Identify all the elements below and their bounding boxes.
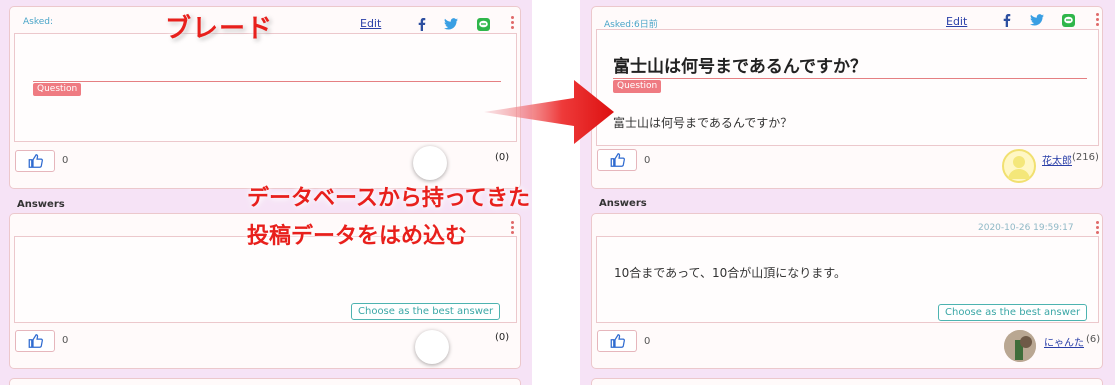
kebab-menu-icon[interactable] <box>511 221 515 235</box>
avatar <box>413 146 447 180</box>
facebook-icon[interactable] <box>1000 13 1014 27</box>
arrow-icon <box>484 80 614 144</box>
answer-like-count: 0 <box>62 335 69 346</box>
filled-panel: Asked:6日前 Edit 富士山は何号まであるんですか？ Question … <box>580 0 1115 385</box>
thumbs-up-icon <box>28 154 43 168</box>
answer-body: 10合まであって、10合が山頂になります。 <box>614 266 847 280</box>
answer-count: (0) <box>495 332 510 343</box>
asked-label: Asked: <box>23 17 54 27</box>
answer-count: (0) <box>495 152 510 163</box>
like-button[interactable] <box>597 149 637 171</box>
question-content-area: Question <box>14 33 517 142</box>
edit-link[interactable]: Edit <box>946 15 967 28</box>
avatar <box>415 330 449 364</box>
answer-like-button[interactable] <box>597 330 637 352</box>
like-count: 0 <box>644 155 651 166</box>
next-card <box>591 378 1103 385</box>
answer-like-count: 0 <box>644 336 651 347</box>
question-body: 富士山は何号まであるんですか？ <box>613 116 793 130</box>
blade-label: ブレード <box>165 14 274 44</box>
facebook-icon[interactable] <box>415 17 429 31</box>
title-underline <box>33 81 501 82</box>
answer-content-area: 10合まであって、10合が山頂になります。 Choose as the best… <box>596 236 1099 323</box>
twitter-icon[interactable] <box>444 17 458 31</box>
asker-name-link[interactable]: 花太郎 <box>1042 152 1072 167</box>
answerer-name-link[interactable]: にゃんた <box>1044 334 1084 349</box>
edit-link[interactable]: Edit <box>360 17 381 30</box>
caption-line-2: 投稿データをはめ込む <box>247 224 468 249</box>
answers-label: Answers <box>599 198 647 209</box>
line-icon[interactable] <box>476 17 490 31</box>
answerer-avatar[interactable] <box>1004 330 1036 362</box>
title-underline <box>613 78 1087 79</box>
best-answer-button[interactable]: Choose as the best answer <box>938 304 1088 321</box>
line-icon[interactable] <box>1061 13 1075 27</box>
caption-line-1: データベースから持ってきた <box>247 186 531 211</box>
user-avatar[interactable] <box>1002 149 1036 183</box>
asker-score: (216) <box>1072 152 1099 163</box>
answerer-score: (6) <box>1086 334 1101 345</box>
kebab-menu-icon[interactable] <box>511 16 515 30</box>
like-count: 0 <box>62 155 69 166</box>
answer-date: 2020-10-26 19:59:17 <box>978 223 1074 233</box>
thumbs-up-icon <box>610 153 625 167</box>
answer-card: 2020-10-26 19:59:17 10合まであって、10合が山頂になります… <box>591 213 1103 369</box>
kebab-menu-icon[interactable] <box>1096 13 1100 27</box>
thumbs-up-icon <box>610 334 625 348</box>
question-content-area: 富士山は何号まであるんですか？ Question 富士山は何号まであるんですか？ <box>596 29 1099 146</box>
kebab-menu-icon[interactable] <box>1096 221 1100 235</box>
question-card: Asked:6日前 Edit 富士山は何号まであるんですか？ Question … <box>591 6 1103 189</box>
best-answer-button[interactable]: Choose as the best answer <box>351 303 501 320</box>
answers-label: Answers <box>17 199 65 210</box>
answer-like-button[interactable] <box>15 330 55 352</box>
question-title: 富士山は何号まであるんですか？ <box>613 57 867 77</box>
like-button[interactable] <box>15 150 55 172</box>
thumbs-up-icon <box>28 334 43 348</box>
twitter-icon[interactable] <box>1030 13 1044 27</box>
next-card <box>9 378 521 385</box>
question-badge: Question <box>33 83 82 96</box>
question-badge: Question <box>613 80 662 93</box>
